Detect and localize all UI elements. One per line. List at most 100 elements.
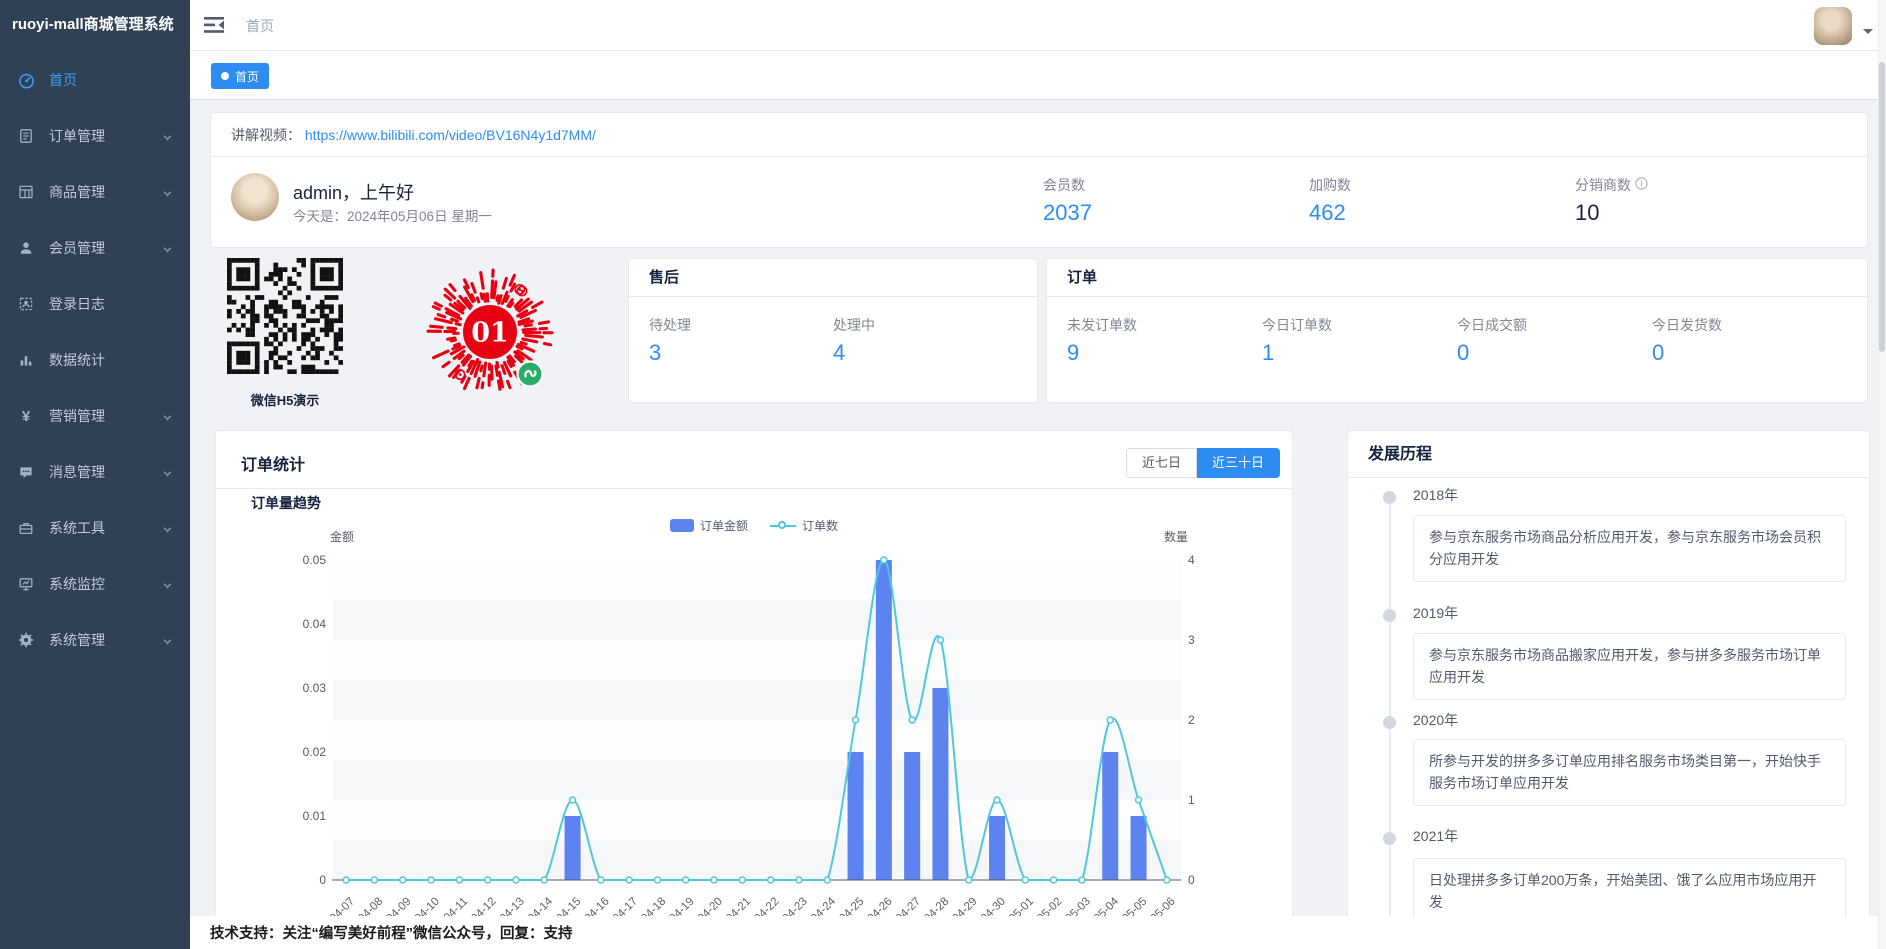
- grid-band: [332, 640, 1181, 680]
- bar-04-15: [565, 816, 581, 880]
- user-menu-caret-icon[interactable]: [1863, 29, 1873, 39]
- sunburst-dash: [521, 342, 526, 344]
- bar-04-26: [876, 560, 892, 880]
- sunburst-dash: [477, 298, 478, 302]
- sidebar-item-登录日志[interactable]: 登录日志: [0, 276, 190, 332]
- sidebar-item-label: 营销管理: [49, 406, 162, 426]
- sidebar-item-系统管理[interactable]: 系统管理: [0, 612, 190, 668]
- sidebar-item-系统工具[interactable]: 系统工具: [0, 500, 190, 556]
- chevron-down-icon: [162, 410, 174, 422]
- sidebar-item-label: 会员管理: [49, 238, 162, 258]
- grid-band: [332, 600, 1181, 640]
- sidebar-item-label: 首页: [49, 70, 174, 90]
- sidebar-item-系统监控[interactable]: 系统监控: [0, 556, 190, 612]
- sunburst-dash: [431, 326, 442, 327]
- h5-qr-code[interactable]: [227, 258, 343, 374]
- range-button-近七日[interactable]: 近七日: [1126, 448, 1197, 478]
- sunburst-dash: [523, 339, 537, 342]
- x-tick-label: 04-24: [809, 895, 839, 917]
- line-marker-04-23: [796, 877, 802, 883]
- tutorial-video-link[interactable]: https://www.bilibili.com/video/BV16N4y1d…: [305, 127, 596, 143]
- stat-value: 4: [833, 340, 1017, 366]
- sidebar: ruoyi-mall商城管理系统 首页订单管理商品管理会员管理登录日志数据统计¥…: [0, 0, 190, 949]
- settings-icon: [16, 630, 36, 650]
- sidebar-item-数据统计[interactable]: 数据统计: [0, 332, 190, 388]
- line-marker-04-20: [711, 877, 717, 883]
- sidebar-item-首页[interactable]: 首页: [0, 52, 190, 108]
- member-icon: [16, 238, 36, 258]
- right-tick-label: 1: [1188, 793, 1195, 807]
- chart-card-header: 订单统计 近七日近三十日: [216, 431, 1292, 489]
- stats-icon: [16, 350, 36, 370]
- sunburst-dash: [481, 294, 482, 299]
- sunburst-dash: [492, 281, 493, 298]
- sidebar-item-商品管理[interactable]: 商品管理: [0, 164, 190, 220]
- sunburst-dash: [481, 273, 483, 289]
- sunburst-dash: [455, 344, 459, 346]
- range-button-近三十日[interactable]: 近三十日: [1197, 448, 1280, 478]
- chevron-down-icon: [162, 466, 174, 478]
- x-tick-label: 05-04: [1092, 895, 1122, 917]
- sidebar-item-label: 系统工具: [49, 518, 162, 538]
- user-avatar[interactable]: [1814, 7, 1852, 45]
- goods-icon: [16, 182, 36, 202]
- scrollbar[interactable]: [1878, 0, 1886, 949]
- sidebar-item-会员管理[interactable]: 会员管理: [0, 220, 190, 276]
- timeline-year: 2020年: [1413, 710, 1458, 730]
- stat-label: 今日订单数: [1262, 315, 1457, 335]
- scrollbar-thumb[interactable]: [1879, 62, 1885, 352]
- x-tick-label: 04-30: [979, 895, 1008, 917]
- aftersale-card: 售后 待处理3处理中4: [628, 258, 1038, 403]
- line-marker-05-01: [1022, 877, 1028, 883]
- sidebar-item-订单管理[interactable]: 订单管理: [0, 108, 190, 164]
- chevron-down-icon: [162, 578, 174, 590]
- x-tick-label: 04-21: [724, 895, 753, 917]
- line-marker-04-21: [739, 877, 745, 883]
- sidebar-item-营销管理[interactable]: ¥营销管理: [0, 388, 190, 444]
- stat-label: 会员数: [1043, 175, 1309, 195]
- stat-加购数: 加购数462: [1309, 175, 1575, 226]
- sunburst-dash: [435, 303, 441, 306]
- history-title: 发展历程: [1348, 431, 1869, 478]
- left-tick-label: 0.03: [303, 681, 327, 695]
- miniprogram-qr-code[interactable]: 01: [413, 255, 567, 409]
- left-tick-label: 0.04: [303, 617, 327, 631]
- welcome-card: 讲解视频： https://www.bilibili.com/video/BV1…: [210, 112, 1868, 248]
- x-tick-label: 04-25: [837, 895, 866, 917]
- sidebar-toggle-icon[interactable]: [204, 16, 226, 34]
- left-axis-title: 金额: [330, 529, 354, 544]
- orders-card: 订单 未发订单数9今日订单数1今日成交额0今日发货数0: [1046, 258, 1868, 403]
- active-tab-dot-icon: [221, 72, 229, 80]
- top-bar: 首页: [190, 0, 1886, 51]
- stat-value: 9: [1067, 340, 1262, 366]
- line-marker-04-22: [768, 877, 774, 883]
- line-marker-05-05: [1136, 797, 1142, 803]
- orders-stats: 未发订单数9今日订单数1今日成交额0今日发货数0: [1047, 297, 1867, 366]
- aftersale-stats: 待处理3处理中4: [629, 297, 1037, 366]
- timeline-dot: [1383, 491, 1396, 504]
- stat-value: 462: [1309, 200, 1575, 226]
- line-marker-04-14: [541, 877, 547, 883]
- line-marker-04-29: [966, 877, 972, 883]
- sunburst-dash: [525, 325, 531, 326]
- timeline-year: 2021年: [1413, 826, 1458, 846]
- stat-未发订单数: 未发订单数9: [1067, 315, 1262, 366]
- sunburst-dash: [434, 351, 449, 358]
- sunburst-dash: [450, 285, 455, 291]
- line-marker-04-28: [937, 637, 943, 643]
- left-tick-label: 0.02: [303, 745, 327, 759]
- sunburst-dash: [484, 294, 485, 301]
- sunburst-dash: [499, 296, 501, 303]
- h5-qr-label: 微信H5演示: [207, 390, 363, 409]
- tab-home[interactable]: 首页: [211, 63, 269, 89]
- dashboard-page: ruoyi-mall商城管理系统 首页订单管理商品管理会员管理登录日志数据统计¥…: [0, 0, 1886, 949]
- sidebar-item-消息管理[interactable]: 消息管理: [0, 444, 190, 500]
- tab-label: 首页: [235, 68, 259, 85]
- stat-今日订单数: 今日订单数1: [1262, 315, 1457, 366]
- sunburst-dash: [484, 363, 486, 376]
- left-tick-label: 0.05: [303, 553, 327, 567]
- info-icon[interactable]: [1635, 177, 1648, 193]
- stat-分销商数: 分销商数10: [1575, 175, 1841, 226]
- order-stats-card: 订单统计 近七日近三十日 订单量趋势 订单金额订单数 金额数量00.010.02…: [215, 430, 1293, 945]
- breadcrumb[interactable]: 首页: [246, 16, 274, 36]
